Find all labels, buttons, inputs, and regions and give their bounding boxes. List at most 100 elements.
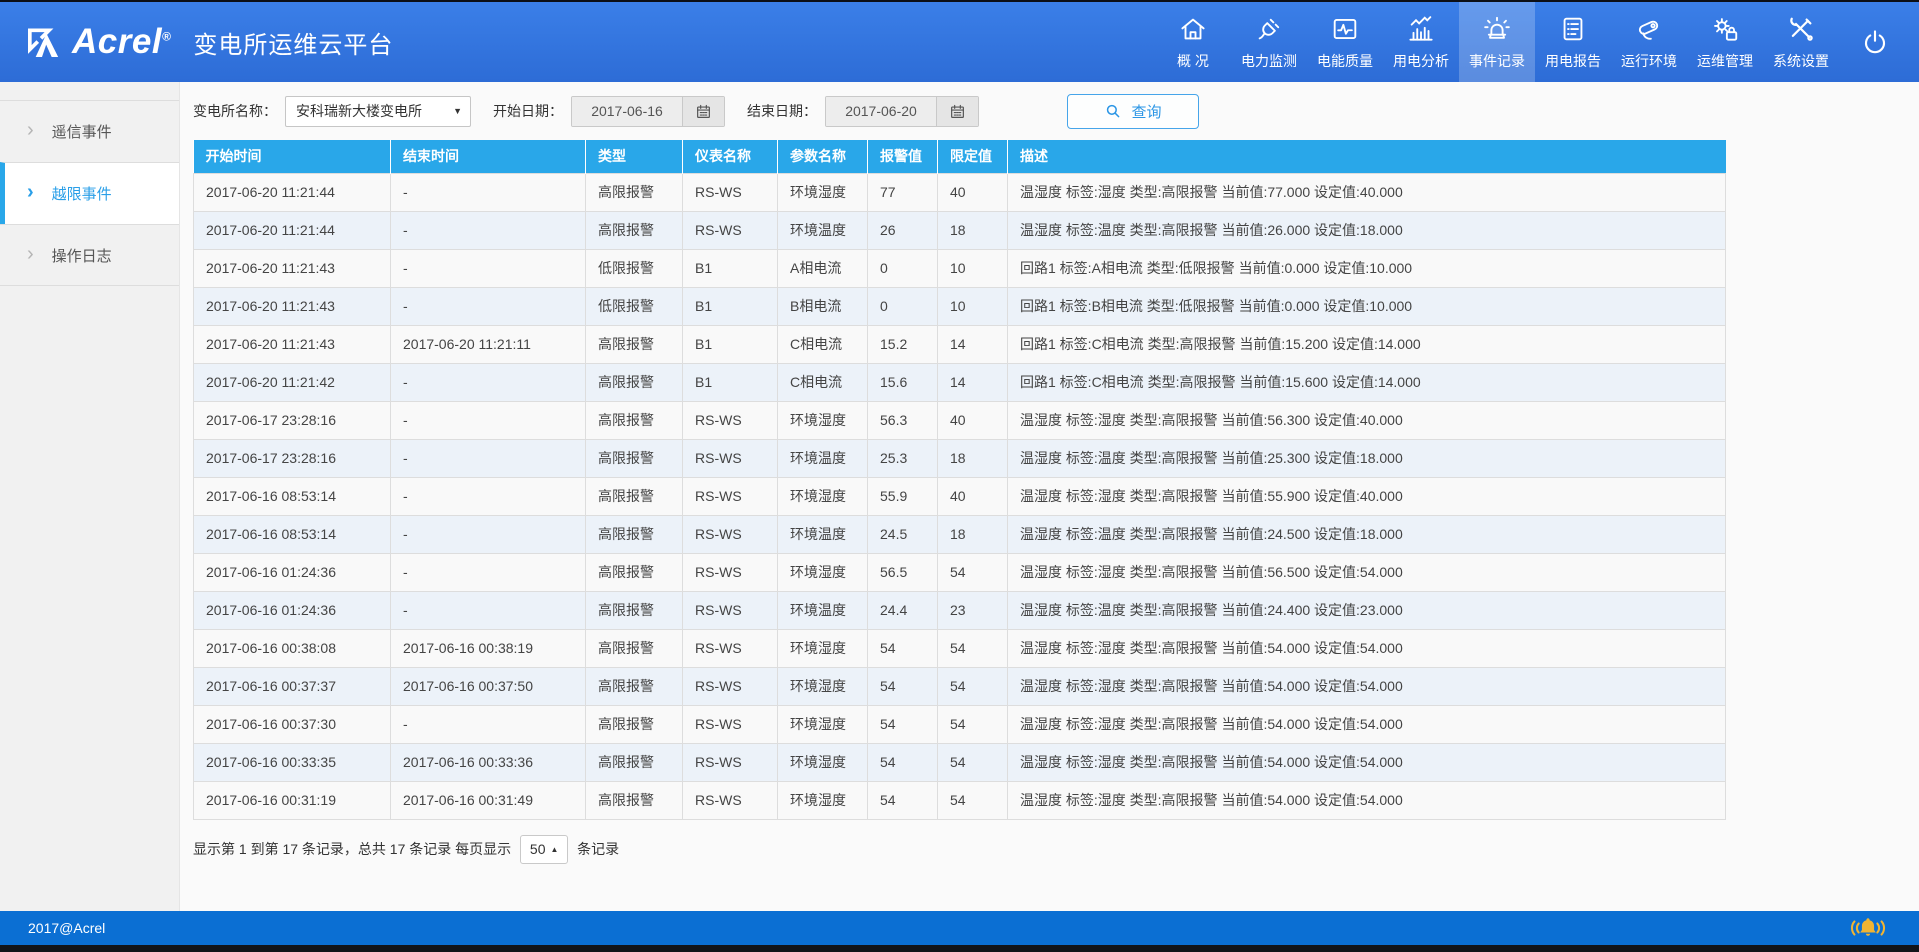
cell-description: 温湿度 标签:湿度 类型:高限报警 当前值:54.000 设定值:54.000 xyxy=(1008,743,1726,781)
cell-description: 回路1 标签:B相电流 类型:低限报警 当前值:0.000 设定值:10.000 xyxy=(1008,287,1726,325)
nav-item-usage-report[interactable]: 用电报告 xyxy=(1535,2,1611,82)
cell-start-time: 2017-06-16 08:53:14 xyxy=(194,477,391,515)
cell-alarm-value: 54 xyxy=(868,781,938,819)
sidebar-item[interactable]: ›操作日志 xyxy=(0,224,179,286)
cell-type: 高限报警 xyxy=(586,743,683,781)
main-content: 变电所名称： 安科瑞新大楼变电所 ▼ 开始日期： 2017-06-16 结束日期… xyxy=(180,82,1919,911)
environment-icon xyxy=(1634,14,1664,44)
cell-description: 回路1 标签:C相电流 类型:高限报警 当前值:15.200 设定值:14.00… xyxy=(1008,325,1726,363)
cell-type: 高限报警 xyxy=(586,705,683,743)
cell-end-time: - xyxy=(391,591,586,629)
search-button[interactable]: 查询 xyxy=(1067,94,1199,129)
cell-end-time: 2017-06-16 00:33:36 xyxy=(391,743,586,781)
bell-icon xyxy=(1845,914,1891,942)
start-date-group: 2017-06-16 xyxy=(571,96,725,127)
filter-bar: 变电所名称： 安科瑞新大楼变电所 ▼ 开始日期： 2017-06-16 结束日期… xyxy=(193,82,1906,140)
cell-limit-value: 10 xyxy=(938,287,1008,325)
column-header: 类型 xyxy=(586,140,683,173)
end-date-calendar-button[interactable] xyxy=(936,97,978,126)
cell-param-name: 环境湿度 xyxy=(778,173,868,211)
cell-end-time: - xyxy=(391,705,586,743)
cell-description: 回路1 标签:A相电流 类型:低限报警 当前值:0.000 设定值:10.000 xyxy=(1008,249,1726,287)
sidebar-item[interactable]: ›越限事件 xyxy=(0,162,179,224)
column-header: 报警值 xyxy=(868,140,938,173)
cell-param-name: 环境湿度 xyxy=(778,781,868,819)
nav-item-label: 运行环境 xyxy=(1621,51,1677,71)
nav-item-usage-analysis[interactable]: 用电分析 xyxy=(1383,2,1459,82)
calendar-icon xyxy=(949,103,966,120)
cell-type: 高限报警 xyxy=(586,439,683,477)
cell-description: 温湿度 标签:温度 类型:高限报警 当前值:24.400 设定值:23.000 xyxy=(1008,591,1726,629)
power-quality-icon xyxy=(1330,14,1360,44)
cell-alarm-value: 54 xyxy=(868,705,938,743)
nav-item-label: 系统设置 xyxy=(1773,51,1829,71)
maintenance-icon xyxy=(1710,14,1740,44)
cell-param-name: 环境温度 xyxy=(778,515,868,553)
cell-description: 温湿度 标签:温度 类型:高限报警 当前值:26.000 设定值:18.000 xyxy=(1008,211,1726,249)
column-header: 限定值 xyxy=(938,140,1008,173)
table-row: 2017-06-20 11:21:432017-06-20 11:21:11高限… xyxy=(194,325,1726,363)
cell-end-time: - xyxy=(391,439,586,477)
cell-meter-name: RS-WS xyxy=(683,781,778,819)
notification-bell-button[interactable] xyxy=(1845,914,1891,942)
cell-alarm-value: 54 xyxy=(868,629,938,667)
cell-start-time: 2017-06-20 11:21:43 xyxy=(194,287,391,325)
table-row: 2017-06-20 11:21:43-低限报警B1A相电流010回路1 标签:… xyxy=(194,249,1726,287)
cell-start-time: 2017-06-16 00:33:35 xyxy=(194,743,391,781)
nav-item-power-quality[interactable]: 电能质量 xyxy=(1307,2,1383,82)
cell-start-time: 2017-06-20 11:21:44 xyxy=(194,173,391,211)
logout-power-button[interactable] xyxy=(1839,2,1911,82)
nav-item-home[interactable]: 概 况 xyxy=(1155,2,1231,82)
cell-alarm-value: 15.6 xyxy=(868,363,938,401)
cell-alarm-value: 54 xyxy=(868,743,938,781)
cell-alarm-value: 54 xyxy=(868,667,938,705)
cell-type: 高限报警 xyxy=(586,325,683,363)
station-label: 变电所名称： xyxy=(193,101,277,121)
cell-start-time: 2017-06-16 00:38:08 xyxy=(194,629,391,667)
cell-meter-name: RS-WS xyxy=(683,629,778,667)
cell-start-time: 2017-06-16 01:24:36 xyxy=(194,591,391,629)
cell-limit-value: 14 xyxy=(938,325,1008,363)
home-icon xyxy=(1178,14,1208,44)
column-header: 仪表名称 xyxy=(683,140,778,173)
cell-alarm-value: 26 xyxy=(868,211,938,249)
cell-alarm-value: 24.5 xyxy=(868,515,938,553)
nav-item-settings[interactable]: 系统设置 xyxy=(1763,2,1839,82)
cell-type: 高限报警 xyxy=(586,401,683,439)
cell-alarm-value: 77 xyxy=(868,173,938,211)
table-row: 2017-06-16 00:31:192017-06-16 00:31:49高限… xyxy=(194,781,1726,819)
cell-type: 高限报警 xyxy=(586,629,683,667)
cell-start-time: 2017-06-16 00:31:19 xyxy=(194,781,391,819)
cell-start-time: 2017-06-20 11:21:43 xyxy=(194,325,391,363)
cell-type: 低限报警 xyxy=(586,287,683,325)
nav-item-event-log[interactable]: 事件记录 xyxy=(1459,2,1535,82)
end-date-group: 2017-06-20 xyxy=(825,96,979,127)
start-date-calendar-button[interactable] xyxy=(682,97,724,126)
start-date-input[interactable]: 2017-06-16 xyxy=(572,97,682,126)
cell-limit-value: 54 xyxy=(938,553,1008,591)
cell-limit-value: 40 xyxy=(938,477,1008,515)
cell-description: 温湿度 标签:温度 类型:高限报警 当前值:25.300 设定值:18.000 xyxy=(1008,439,1726,477)
nav-item-environment[interactable]: 运行环境 xyxy=(1611,2,1687,82)
top-bar: Acrel® 变电所运维云平台 概 况电力监测电能质量用电分析事件记录用电报告运… xyxy=(0,2,1919,82)
cell-alarm-value: 15.2 xyxy=(868,325,938,363)
page-size-select[interactable]: 50 ▲ xyxy=(520,835,568,864)
chevron-right-icon: › xyxy=(27,120,34,143)
search-button-label: 查询 xyxy=(1131,101,1161,122)
cell-alarm-value: 56.5 xyxy=(868,553,938,591)
nav-item-power-monitor[interactable]: 电力监测 xyxy=(1231,2,1307,82)
sidebar-item-label: 遥信事件 xyxy=(52,121,112,142)
end-date-input[interactable]: 2017-06-20 xyxy=(826,97,936,126)
cell-param-name: 环境湿度 xyxy=(778,553,868,591)
cell-param-name: C相电流 xyxy=(778,325,868,363)
station-select[interactable]: 安科瑞新大楼变电所 ▼ xyxy=(285,96,471,127)
brand: Acrel® 变电所运维云平台 xyxy=(24,22,393,62)
table-row: 2017-06-16 01:24:36-高限报警RS-WS环境湿度56.554温… xyxy=(194,553,1726,591)
sidebar-item-label: 越限事件 xyxy=(52,183,112,204)
nav-item-maintenance[interactable]: 运维管理 xyxy=(1687,2,1763,82)
cell-param-name: 环境湿度 xyxy=(778,743,868,781)
cell-end-time: - xyxy=(391,401,586,439)
nav-item-label: 用电报告 xyxy=(1545,51,1601,71)
cell-meter-name: RS-WS xyxy=(683,553,778,591)
sidebar-item[interactable]: › 遥信事件 xyxy=(0,100,179,162)
